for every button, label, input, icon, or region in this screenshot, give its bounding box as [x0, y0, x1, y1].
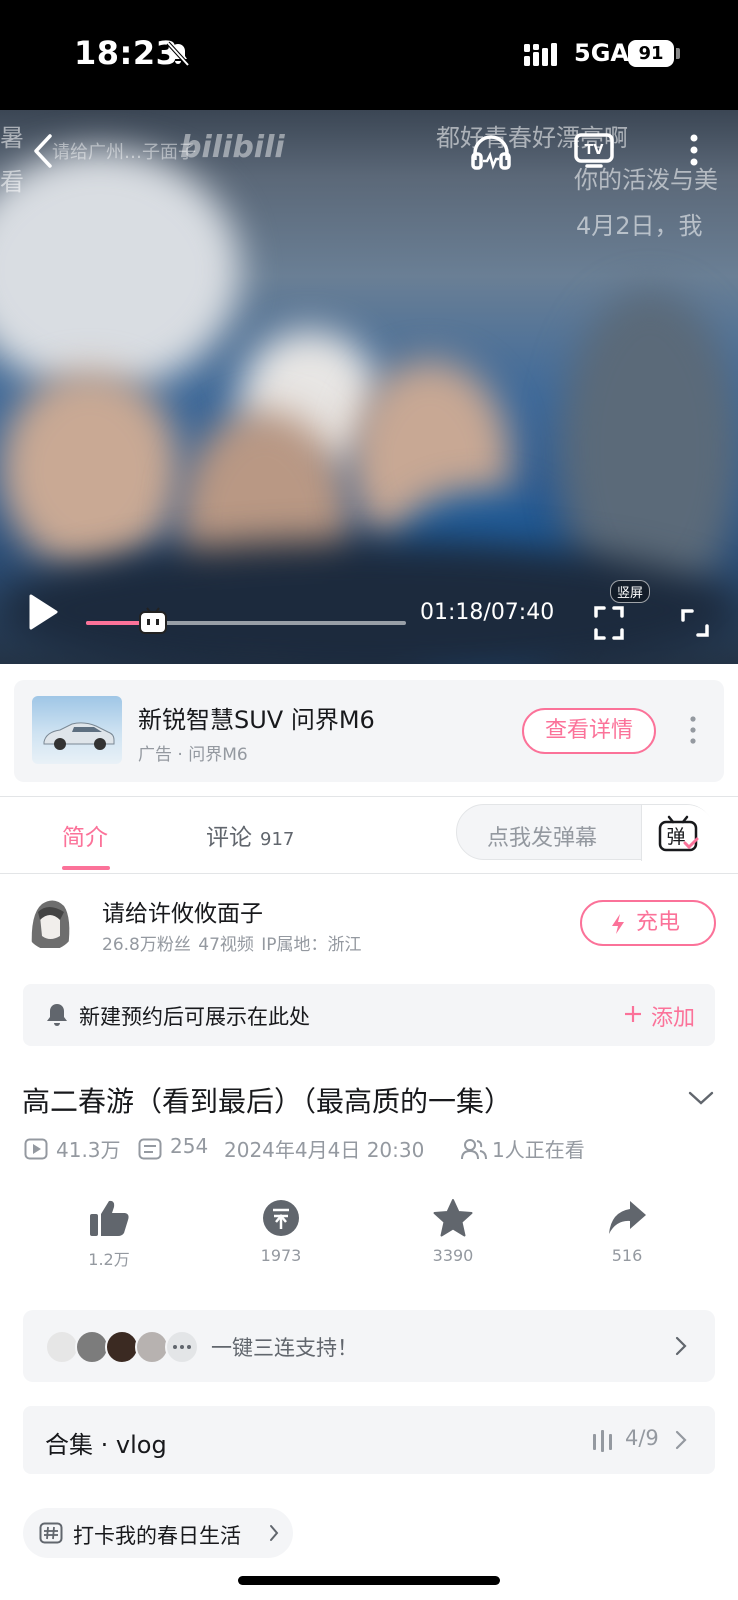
- people-icon: [461, 1139, 487, 1160]
- more-icon[interactable]: [690, 134, 698, 166]
- bell-icon: [47, 1004, 67, 1026]
- danmu-input[interactable]: 点我发弹幕 弹: [456, 804, 715, 861]
- triple-support-bar[interactable]: 一键三连支持！: [23, 1310, 715, 1382]
- supporter-avatar: [45, 1330, 79, 1364]
- share-icon: [609, 1201, 646, 1234]
- coin-button[interactable]: 1973: [236, 1198, 326, 1265]
- divider: [0, 796, 738, 797]
- avatar[interactable]: [24, 894, 76, 950]
- fullscreen-icon[interactable]: [680, 608, 710, 638]
- progress-track[interactable]: [86, 621, 406, 625]
- ad-card[interactable]: 新锐智慧SUV 问界M6 广告 · 问界M6 查看详情: [14, 680, 724, 782]
- tab-intro-underline: [62, 866, 110, 870]
- danmu-placeholder: 点我发弹幕: [487, 826, 598, 851]
- publish-date: 2024年4月4日 20:30: [224, 1138, 425, 1162]
- danmu-toggle-icon[interactable]: 弹: [657, 815, 699, 853]
- like-count: 1.2万: [88, 1250, 130, 1269]
- car-icon: [43, 722, 115, 750]
- tab-comments[interactable]: 评论 917: [206, 818, 294, 852]
- bilibili-watermark: bilibili: [180, 130, 285, 165]
- coin-icon: [263, 1200, 299, 1236]
- supporter-avatar: [75, 1330, 109, 1364]
- chevron-down-icon[interactable]: [688, 1090, 714, 1106]
- more-supporters-icon: [165, 1330, 199, 1364]
- progress-fill: [86, 621, 141, 625]
- svg-text:弹: 弹: [666, 826, 685, 848]
- share-count: 516: [611, 1246, 643, 1265]
- video-title: 高二春游（看到最后）（最高质的一集）: [22, 1085, 513, 1118]
- episodes-icon: [593, 1430, 612, 1452]
- hashtag-icon: [39, 1522, 63, 1544]
- danmaku-count-icon: [138, 1138, 162, 1160]
- favorite-count: 3390: [432, 1246, 474, 1265]
- danmaku-comment: 4月2日，我: [576, 212, 703, 240]
- progress-thumb-icon[interactable]: [138, 607, 168, 635]
- watching-count: 1人正在看: [492, 1138, 585, 1162]
- reservation-bar[interactable]: 新建预约后可展示在此处 添加: [23, 984, 715, 1046]
- danmaku-count: 254: [170, 1134, 209, 1158]
- supporter-avatar: [105, 1330, 139, 1364]
- uploader-meta: 26.8万粉丝 47视频 IP属地：浙江: [102, 935, 362, 955]
- share-button[interactable]: 516: [582, 1198, 672, 1265]
- ad-subtitle: 广告 · 问界M6: [138, 745, 248, 765]
- avatar-illustration: [31, 900, 70, 948]
- time-display: 01:18/07:40: [420, 600, 555, 625]
- supporter-avatar: [135, 1330, 169, 1364]
- charge-label: 充电: [636, 910, 681, 935]
- views-count: 41.3万: [56, 1138, 121, 1162]
- uploader-watermark: 请给广州…子面子: [52, 142, 196, 163]
- reservation-text: 新建预约后可展示在此处: [79, 1005, 310, 1029]
- headphones-icon[interactable]: [470, 132, 512, 172]
- portrait-badge: 竖屏: [610, 580, 651, 603]
- play-count-icon: [24, 1138, 48, 1160]
- battery-tip: [676, 48, 680, 59]
- uploader-name[interactable]: 请给许攸攸面子: [102, 894, 263, 928]
- status-bar: 18:23 5GA 91: [0, 0, 738, 110]
- play-icon[interactable]: [26, 592, 60, 632]
- triple-support-text: 一键三连支持！: [211, 1336, 358, 1360]
- star-icon: [433, 1199, 473, 1237]
- thumbs-up-icon: [90, 1200, 129, 1236]
- tv-cast-icon[interactable]: TV: [574, 130, 614, 170]
- status-time: 18:23: [74, 34, 179, 72]
- comments-count: 917: [260, 829, 295, 850]
- topic-text: 打卡我的春日生活: [73, 1524, 241, 1548]
- video-frame-face-left: [0, 370, 180, 570]
- collection-progress: 4/9: [625, 1426, 659, 1450]
- tab-intro[interactable]: 简介: [62, 818, 108, 852]
- ad-more-icon[interactable]: [690, 716, 696, 744]
- bell-muted-icon: [166, 41, 190, 67]
- signal-icon: [524, 43, 557, 66]
- collection-bar[interactable]: 合集 · vlog 4/9: [23, 1406, 715, 1474]
- collection-title: 合集 · vlog: [45, 1431, 167, 1459]
- topic-tag[interactable]: 打卡我的春日生活: [23, 1508, 293, 1558]
- tab-comments-label: 评论: [206, 825, 252, 851]
- chevron-right-icon: [675, 1430, 687, 1450]
- divider: [0, 873, 738, 874]
- video-player[interactable]: 请给广州…子面子 bilibili 都好青春好漂亮啊 你的活泼与美 4月2日，我…: [0, 110, 738, 664]
- back-icon[interactable]: [32, 132, 54, 170]
- danmaku-comment: 暑: [0, 124, 24, 152]
- network-label: 5GA: [574, 39, 629, 67]
- home-indicator[interactable]: [238, 1576, 500, 1585]
- chevron-right-icon: [675, 1336, 687, 1356]
- lightning-icon: [612, 914, 624, 934]
- svg-text:TV: TV: [585, 143, 604, 158]
- coin-count: 1973: [260, 1246, 302, 1265]
- video-frame-light: [0, 150, 240, 390]
- charge-button[interactable]: 充电: [580, 900, 716, 946]
- ad-thumbnail: [32, 696, 122, 764]
- favorite-button[interactable]: 3390: [408, 1198, 498, 1265]
- battery-level: 91: [628, 40, 674, 67]
- add-reservation-button[interactable]: 添加: [651, 1000, 695, 1032]
- danmaku-comment: 看: [0, 168, 24, 196]
- ad-details-button[interactable]: 查看详情: [522, 708, 656, 754]
- portrait-mode-icon[interactable]: [594, 606, 624, 640]
- like-button[interactable]: 1.2万: [64, 1198, 154, 1270]
- chevron-right-icon: [270, 1525, 279, 1541]
- plus-icon[interactable]: [623, 1004, 643, 1024]
- ad-title: 新锐智慧SUV 问界M6: [138, 706, 375, 734]
